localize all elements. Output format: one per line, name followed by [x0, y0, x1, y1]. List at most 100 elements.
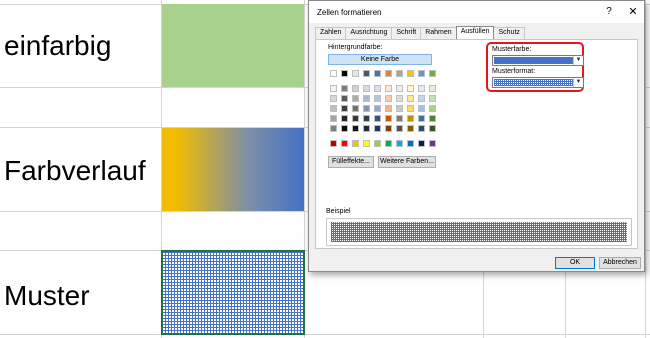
row-label-muster[interactable]: Muster: [4, 280, 90, 312]
standard-color-swatch[interactable]: [385, 140, 392, 147]
theme-tint-swatch[interactable]: [341, 85, 348, 92]
theme-tint-swatch[interactable]: [385, 125, 392, 132]
theme-color-swatch[interactable]: [352, 70, 359, 77]
theme-tint-swatch[interactable]: [374, 105, 381, 112]
dialog-title: Zellen formatieren: [317, 8, 382, 17]
theme-tint-swatch[interactable]: [374, 115, 381, 122]
theme-color-swatch[interactable]: [418, 70, 425, 77]
theme-tint-swatch[interactable]: [352, 95, 359, 102]
theme-tint-swatch[interactable]: [341, 95, 348, 102]
theme-tint-swatch[interactable]: [363, 95, 370, 102]
dialog-titlebar[interactable]: Zellen formatieren ? ✕: [309, 1, 644, 23]
sample-frame: [326, 218, 632, 246]
fill-effects-button[interactable]: Fülleffekte...: [328, 156, 374, 168]
theme-tint-swatch[interactable]: [407, 125, 414, 132]
theme-tint-swatch[interactable]: [330, 95, 337, 102]
theme-tint-swatch[interactable]: [407, 85, 414, 92]
standard-color-swatch[interactable]: [374, 140, 381, 147]
theme-tint-swatch[interactable]: [429, 85, 436, 92]
theme-color-swatch[interactable]: [396, 70, 403, 77]
pattern-color-dropdown[interactable]: ▼: [492, 55, 584, 66]
cancel-button[interactable]: Abbrechen: [599, 257, 641, 269]
theme-tint-swatch[interactable]: [407, 105, 414, 112]
theme-tint-swatch[interactable]: [396, 105, 403, 112]
theme-color-swatch[interactable]: [363, 70, 370, 77]
theme-color-swatch[interactable]: [330, 70, 337, 77]
theme-tint-swatch[interactable]: [330, 125, 337, 132]
background-color-label: Hintergrundfarbe:: [328, 44, 383, 51]
theme-tint-swatch[interactable]: [407, 115, 414, 122]
standard-color-swatch[interactable]: [429, 140, 436, 147]
theme-tint-swatch[interactable]: [363, 105, 370, 112]
cell-pattern-fill-selected[interactable]: [161, 250, 305, 335]
theme-tint-swatch[interactable]: [396, 125, 403, 132]
chevron-down-icon[interactable]: ▼: [573, 78, 583, 87]
tab-ausrichtung[interactable]: Ausrichtung: [345, 27, 393, 39]
tab-rahmen[interactable]: Rahmen: [420, 27, 457, 39]
theme-tint-swatch[interactable]: [374, 95, 381, 102]
more-colors-button[interactable]: Weitere Farben...: [378, 156, 436, 168]
tab-schutz[interactable]: Schutz: [493, 27, 525, 39]
theme-tint-swatch[interactable]: [429, 95, 436, 102]
theme-tint-swatch[interactable]: [429, 125, 436, 132]
tab-zahlen[interactable]: Zahlen: [315, 27, 347, 39]
theme-color-swatch[interactable]: [374, 70, 381, 77]
theme-tint-swatch[interactable]: [374, 85, 381, 92]
theme-tint-swatch[interactable]: [385, 105, 392, 112]
ok-button[interactable]: OK: [555, 257, 595, 269]
theme-tint-swatch[interactable]: [341, 125, 348, 132]
theme-tint-swatch[interactable]: [352, 115, 359, 122]
theme-tint-swatch[interactable]: [418, 85, 425, 92]
theme-color-swatch[interactable]: [407, 70, 414, 77]
theme-color-swatch[interactable]: [385, 70, 392, 77]
row-label-einfarbig[interactable]: einfarbig: [4, 30, 111, 62]
theme-color-swatch[interactable]: [429, 70, 436, 77]
pattern-style-dropdown[interactable]: ▼: [492, 77, 584, 88]
standard-color-swatch[interactable]: [341, 140, 348, 147]
chevron-down-icon[interactable]: ▼: [573, 56, 583, 65]
column-gridline: [645, 0, 646, 338]
tab-ausfuellen[interactable]: Ausfüllen: [455, 26, 495, 39]
theme-tint-swatch[interactable]: [418, 105, 425, 112]
theme-tint-swatch[interactable]: [330, 115, 337, 122]
theme-tint-swatch[interactable]: [385, 85, 392, 92]
theme-tint-swatch[interactable]: [385, 95, 392, 102]
standard-color-swatch[interactable]: [418, 140, 425, 147]
standard-color-swatch[interactable]: [396, 140, 403, 147]
theme-tint-swatch[interactable]: [418, 115, 425, 122]
theme-tint-swatch[interactable]: [385, 115, 392, 122]
standard-color-swatch[interactable]: [352, 140, 359, 147]
theme-tint-swatch[interactable]: [341, 105, 348, 112]
cell-solid-fill[interactable]: [162, 4, 304, 87]
theme-tint-swatch[interactable]: [418, 95, 425, 102]
theme-tint-swatch[interactable]: [396, 115, 403, 122]
theme-tint-swatch[interactable]: [330, 105, 337, 112]
theme-tint-swatch[interactable]: [429, 115, 436, 122]
theme-tint-swatch[interactable]: [341, 115, 348, 122]
standard-color-swatch[interactable]: [407, 140, 414, 147]
standard-color-swatch[interactable]: [330, 140, 337, 147]
theme-tint-swatch[interactable]: [330, 85, 337, 92]
theme-tint-swatch[interactable]: [418, 125, 425, 132]
theme-tint-swatch[interactable]: [363, 115, 370, 122]
theme-color-swatch[interactable]: [341, 70, 348, 77]
theme-tint-swatch[interactable]: [396, 95, 403, 102]
close-icon[interactable]: ✕: [625, 5, 641, 19]
theme-tint-swatch[interactable]: [363, 85, 370, 92]
tab-schrift[interactable]: Schrift: [391, 27, 422, 39]
theme-tint-swatch[interactable]: [407, 95, 414, 102]
theme-tint-swatch[interactable]: [352, 125, 359, 132]
theme-tint-swatch[interactable]: [374, 125, 381, 132]
dialog-tabs: Zahlen Ausrichtung Schrift Rahmen Ausfül…: [315, 26, 525, 39]
theme-tint-swatch[interactable]: [363, 125, 370, 132]
row-label-farbverlauf[interactable]: Farbverlauf: [4, 155, 146, 187]
no-color-button[interactable]: Keine Farbe: [328, 54, 432, 65]
theme-tint-swatch[interactable]: [352, 105, 359, 112]
sample-preview: [331, 222, 627, 242]
theme-tint-swatch[interactable]: [429, 105, 436, 112]
standard-color-swatch[interactable]: [363, 140, 370, 147]
help-icon[interactable]: ?: [601, 5, 617, 19]
theme-tint-swatch[interactable]: [352, 85, 359, 92]
cell-gradient-fill[interactable]: [162, 128, 304, 211]
theme-tint-swatch[interactable]: [396, 85, 403, 92]
